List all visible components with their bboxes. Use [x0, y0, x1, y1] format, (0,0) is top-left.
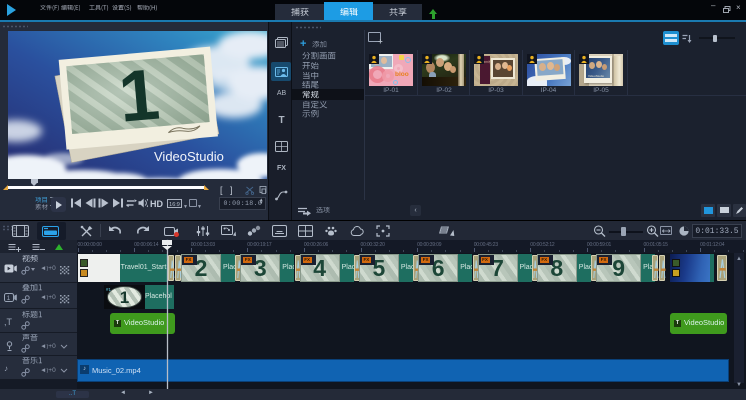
- svg-text:VideoStudio: VideoStudio: [154, 149, 224, 164]
- svg-text:1: 1: [116, 54, 163, 137]
- svg-text:16:9: 16:9: [169, 202, 180, 208]
- svg-text:1: 1: [7, 295, 11, 302]
